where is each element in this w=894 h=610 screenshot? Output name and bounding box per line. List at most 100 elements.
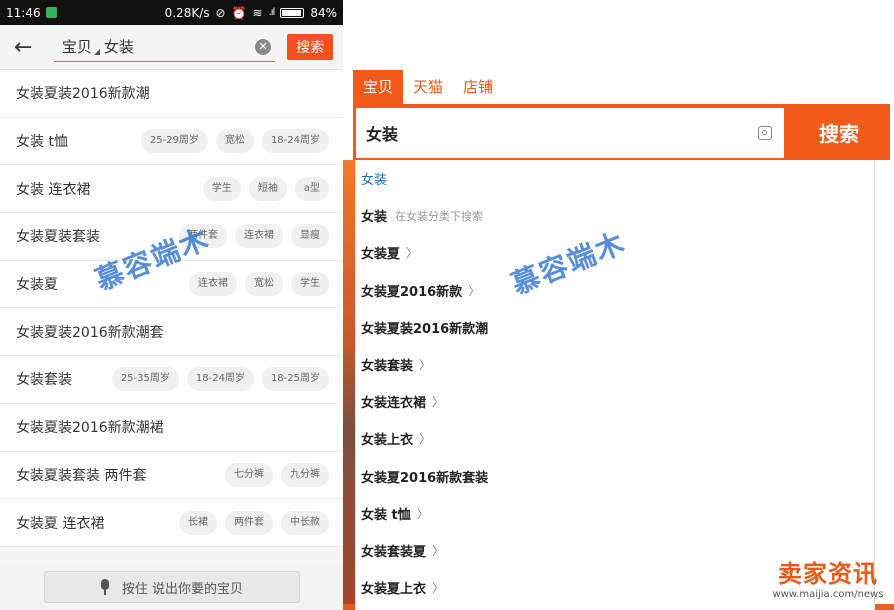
dropdown-suggestion[interactable]: 女装夏〉 — [356, 234, 874, 271]
dropdown-suggestion[interactable]: 女装 t恤〉 — [356, 495, 874, 532]
suggestion-tag[interactable]: 25-35周岁 — [111, 367, 179, 392]
dropdown-suggestion-text: 女装夏装2016新款潮 — [361, 321, 489, 337]
search-query[interactable]: 女装 — [366, 121, 398, 145]
mute-icon: ⊘ — [215, 5, 226, 20]
dropdown-suggestion[interactable]: 女装套装〉 — [356, 346, 874, 383]
suggestion-tag[interactable]: 25-29周岁 — [140, 129, 208, 154]
chevron-right-icon[interactable]: 〉 — [419, 356, 431, 373]
suggestion-row[interactable]: 女装夏装套装 两件套 连衣裙 显瘦 — [0, 213, 343, 261]
dropdown-suggestion[interactable]: 女装 在女装分类下搜索 — [356, 197, 874, 234]
suggestion-tag[interactable]: 连衣裙 — [235, 224, 283, 249]
voice-search-button[interactable]: 按住 说出你要的宝贝 — [43, 571, 300, 603]
logo-url: www.maijia.com/news — [772, 589, 884, 600]
status-right: 0.28K/s ⊘ ⏰ ≋ .ıl 84% — [165, 6, 337, 20]
dropdown-suggestion-text: 女装连衣裙 — [361, 396, 427, 412]
dropdown-suggestion-text: 女装套装 — [361, 359, 414, 375]
suggestion-row[interactable]: 女装夏装2016新款潮套 — [0, 308, 343, 357]
dropdown-suggestion-text: 女装 — [361, 210, 388, 226]
suggestion-tag[interactable]: 18-24周岁 — [261, 129, 329, 154]
suggestion-text: 女装套装 — [16, 372, 72, 389]
tab-baobei[interactable]: 宝贝 — [353, 70, 404, 104]
suggestion-row[interactable]: 女装 连衣裙 学生 短袖 a型 — [0, 165, 343, 214]
microphone-icon — [100, 579, 110, 595]
dropdown-suggestion-text: 女装夏 — [361, 247, 401, 263]
search-input[interactable]: 宝贝 女装 ✕ — [53, 32, 276, 62]
suggestion-tag[interactable]: 中长款 — [281, 510, 329, 535]
chevron-right-icon[interactable]: 〉 — [406, 244, 418, 261]
scope-dropdown-icon[interactable] — [93, 48, 100, 55]
dropdown-suggestion-text: 女装套装夏 — [361, 544, 427, 560]
suggestion-row[interactable]: 女装 t恤 25-29周岁 宽松 18-24周岁 — [0, 118, 343, 166]
suggestion-text: 女装夏装2016新款潮裙 — [16, 420, 164, 437]
suggestion-row[interactable]: 女装套装 25-35周岁 18-24周岁 18-25周岁 — [0, 356, 343, 404]
right-search-screen: 宝贝 天猫 店铺 女装 搜索 女装 女装 在女装分类下搜索 女装夏〉女装夏2016新款… — [343, 0, 894, 610]
dropdown-suggestion[interactable]: 女装连衣裙〉 — [356, 383, 874, 420]
voice-bar: 按住 说出你要的宝贝 — [0, 564, 343, 610]
search-row: 女装 搜索 — [353, 104, 890, 160]
suggestion-tag[interactable]: 宽松 — [215, 129, 254, 154]
suggestion-row[interactable]: 女装夏装2016新款潮 — [0, 70, 343, 118]
dropdown-suggestion-text: 女装夏上衣 — [361, 582, 427, 598]
network-speed: 0.28K/s — [164, 5, 210, 20]
suggestion-tag[interactable]: 学生 — [291, 272, 329, 297]
dropdown-suggestion[interactable]: 女装夏2016新款套装 — [356, 458, 874, 495]
suggestion-text: 女装夏装2016新款潮 — [16, 86, 150, 103]
suggestion-tag[interactable]: 连衣裙 — [189, 272, 237, 297]
chevron-right-icon[interactable]: 〉 — [419, 430, 431, 447]
suggestion-tag[interactable]: 显瘦 — [291, 224, 329, 249]
logo-name: 卖家资讯 — [778, 559, 878, 588]
suggestion-text: 女装夏装套装 — [16, 229, 100, 246]
suggestion-tag[interactable]: 短袖 — [248, 176, 287, 201]
dropdown-suggestion[interactable]: 女装夏装2016新款潮 — [356, 309, 874, 346]
dropdown-suggestion[interactable]: 女装上衣〉 — [356, 420, 874, 457]
search-button[interactable]: 搜索 — [287, 34, 333, 60]
suggestion-row[interactable]: 女装夏装2016新款潮裙 — [0, 404, 343, 452]
back-arrow-icon[interactable]: ← — [14, 35, 40, 60]
chevron-right-icon[interactable]: 〉 — [468, 282, 480, 299]
signal-icon: .ıl — [268, 7, 276, 18]
suggestion-tag[interactable]: 宽松 — [245, 272, 283, 297]
suggestion-tag[interactable]: 两件套 — [225, 510, 273, 535]
suggestion-tag[interactable]: 七分裤 — [225, 462, 273, 487]
tab-tmall[interactable]: 天猫 — [403, 70, 453, 104]
search-button[interactable]: 搜索 — [788, 104, 890, 160]
clear-icon[interactable]: ✕ — [255, 39, 272, 55]
suggestion-row[interactable]: 女装夏 连衣裙 宽松 学生 — [0, 261, 343, 309]
wifi-icon: ≋ — [252, 5, 263, 20]
dropdown-suggestion-text: 女装夏2016新款套装 — [361, 470, 489, 486]
suggestion-list: 女装夏装2016新款潮 女装 t恤 25-29周岁 宽松 18-24周岁 女装 连衣裙 学生… — [0, 70, 343, 547]
camera-icon[interactable] — [758, 126, 772, 140]
status-bar: 11:46 0.28K/s ⊘ ⏰ ≋ .ıl 84% — [0, 0, 343, 25]
dropdown-suggestion-text: 女装上衣 — [361, 433, 414, 449]
chevron-right-icon[interactable]: 〉 — [417, 505, 429, 522]
suggestion-tag[interactable]: a型 — [294, 176, 329, 201]
suggestion-row[interactable]: 女装夏装套装 两件套 七分裤 九分裤 — [0, 452, 343, 500]
suggestion-tag[interactable]: 学生 — [202, 176, 241, 201]
chevron-right-icon[interactable]: 〉 — [432, 542, 444, 559]
dropdown-suggestion-text: 女装 t恤 — [361, 507, 411, 523]
chevron-right-icon[interactable]: 〉 — [432, 393, 444, 410]
site-logo: 卖家资讯 www.maijia.com/news — [764, 554, 892, 606]
suggestion-dropdown: 女装 女装 在女装分类下搜索 女装夏〉女装夏2016新款〉女装夏装2016新款潮 女装套… — [355, 160, 875, 610]
tab-shop[interactable]: 店铺 — [453, 70, 503, 104]
suggestion-tag[interactable]: 18-24周岁 — [186, 367, 254, 392]
suggestion-tag[interactable]: 九分裤 — [281, 462, 329, 487]
suggestion-text: 女装 连衣裙 — [16, 181, 91, 198]
dropdown-suggestion[interactable]: 女装夏2016新款〉 — [356, 272, 874, 309]
suggestion-row[interactable]: 女装夏 连衣裙 长裙 两件套 中长款 — [0, 499, 343, 547]
search-input[interactable]: 女装 — [356, 108, 784, 158]
battery-icon — [280, 7, 305, 18]
alarm-icon: ⏰ — [231, 5, 247, 20]
search-scope-select[interactable]: 宝贝 — [62, 36, 92, 57]
suggestion-text: 女装夏 — [16, 277, 58, 294]
suggestion-tag[interactable]: 长裙 — [179, 510, 217, 535]
dropdown-suggestion-text: 女装夏2016新款 — [361, 284, 463, 300]
dropdown-suggestion[interactable]: 女装 — [356, 160, 874, 197]
suggestion-tag[interactable]: 两件套 — [179, 224, 227, 249]
search-query[interactable]: 女装 — [104, 36, 134, 57]
search-bar: ← 宝贝 女装 ✕ 搜索 — [0, 25, 343, 70]
chevron-right-icon[interactable]: 〉 — [432, 579, 444, 596]
notification-icon — [45, 7, 57, 18]
suggestion-tag[interactable]: 18-25周岁 — [261, 367, 329, 392]
suggestion-text: 女装夏装套装 两件套 — [16, 467, 147, 484]
